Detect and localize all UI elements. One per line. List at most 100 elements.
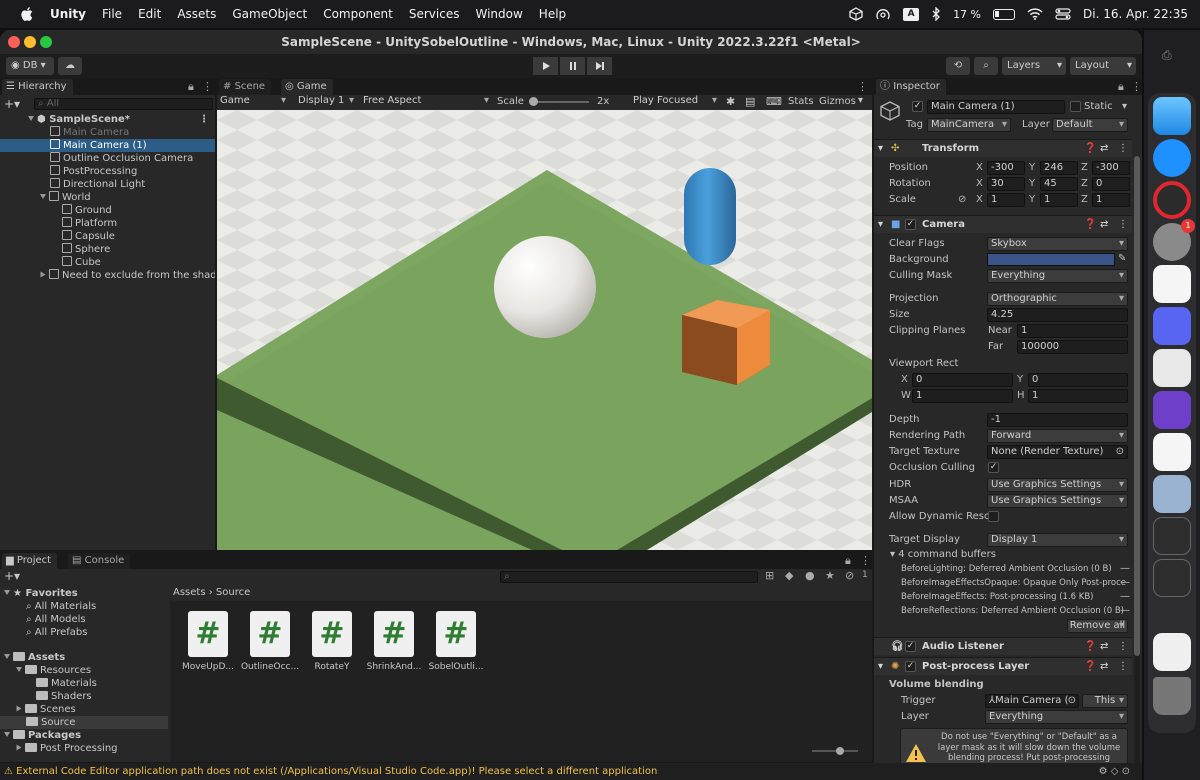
csharp-script-icon[interactable]: #: [312, 611, 352, 657]
object-name-field[interactable]: Main Camera (1): [927, 100, 1065, 114]
capsule-object[interactable]: [684, 168, 736, 265]
inspector-scrollbar-thumb[interactable]: [1134, 156, 1140, 656]
tab-game[interactable]: ◎ Game: [281, 79, 333, 95]
help-icon[interactable]: ❓: [1084, 216, 1096, 234]
depth-field[interactable]: -1: [987, 413, 1128, 427]
csharp-script-icon[interactable]: #: [188, 611, 228, 657]
presets-icon[interactable]: ⇄: [1100, 638, 1108, 656]
link-scale-icon[interactable]: ⊘: [958, 194, 966, 205]
battery-icon[interactable]: [993, 8, 1016, 20]
culling-mask-dropdown[interactable]: Everything: [987, 269, 1128, 283]
menu-assets[interactable]: Assets: [177, 7, 216, 21]
kebab-menu-icon[interactable]: ⋮: [199, 113, 209, 126]
gizmos-button[interactable]: Gizmos: [819, 96, 856, 107]
close-window-button[interactable]: [8, 36, 20, 48]
asset-folder-scenes[interactable]: Scenes: [0, 703, 76, 716]
step-button[interactable]: [587, 57, 612, 75]
tab-console[interactable]: ▤ Console: [68, 553, 131, 569]
scene-root[interactable]: ⬢ SampleScene* ⋮: [0, 113, 215, 126]
shortcuts-icon[interactable]: ⌨: [766, 95, 782, 108]
viewport-w-field[interactable]: 1: [912, 389, 1013, 403]
input-source-indicator[interactable]: A: [903, 7, 920, 21]
kebab-menu-icon[interactable]: ⋮: [860, 554, 871, 567]
asset-folder-source[interactable]: Source: [0, 716, 168, 729]
hierarchy-item-exclude[interactable]: Need to exclude from the shader?: [0, 269, 215, 282]
apple-logo-icon[interactable]: [16, 7, 38, 21]
star-filter-icon[interactable]: ★: [825, 569, 835, 582]
tab-hierarchy[interactable]: ☰ Hierarchy: [2, 79, 73, 95]
asset-file-name[interactable]: ShrinkAnd...: [364, 662, 424, 672]
play-button[interactable]: [533, 57, 558, 75]
presets-icon[interactable]: ⇄: [1100, 658, 1108, 676]
rotation-y-field[interactable]: 45: [1040, 177, 1078, 191]
favorite-item[interactable]: ⌕ All Models: [0, 613, 86, 626]
sphere-object[interactable]: [494, 236, 596, 338]
github-desktop-icon[interactable]: [1153, 391, 1191, 429]
asset-folder-shaders[interactable]: Shaders: [0, 690, 92, 703]
packages-header[interactable]: Packages: [0, 729, 81, 742]
hierarchy-item-outline-occlusion-camera[interactable]: Outline Occlusion Camera: [0, 152, 215, 165]
object-picker-icon[interactable]: ⊙: [1116, 446, 1124, 458]
aspect-dropdown[interactable]: Free Aspect: [360, 95, 492, 109]
scale-x-field[interactable]: 1: [987, 193, 1025, 207]
bluetooth-icon[interactable]: [931, 7, 941, 21]
viewport-h-field[interactable]: 1: [1028, 389, 1128, 403]
active-checkbox[interactable]: ✓: [912, 101, 923, 112]
stats-button[interactable]: Stats: [788, 96, 814, 107]
unity-hub-icon[interactable]: [1153, 517, 1191, 555]
hdr-dropdown[interactable]: Use Graphics Settings: [987, 478, 1128, 492]
menubar-clock[interactable]: Di. 16. Apr. 22:35: [1083, 7, 1188, 21]
textedit-icon[interactable]: [1153, 349, 1191, 387]
asset-file-name[interactable]: MoveUpD...: [178, 662, 238, 672]
expand-arrow-icon[interactable]: [4, 654, 10, 659]
rotation-z-field[interactable]: 0: [1092, 177, 1130, 191]
kebab-menu-icon[interactable]: ⋮: [1118, 216, 1128, 234]
kebab-menu-icon[interactable]: ⋮: [1118, 658, 1128, 676]
target-texture-field[interactable]: None (Render Texture) ⊙: [987, 445, 1128, 459]
hidden-packages-icon[interactable]: ⊘: [845, 569, 854, 582]
trash-icon[interactable]: [1153, 677, 1191, 715]
layer-dropdown[interactable]: Default: [1052, 118, 1128, 132]
lock-icon[interactable]: 🔒︎: [188, 80, 194, 94]
menu-gameobject[interactable]: GameObject: [232, 7, 307, 21]
preview-icon[interactable]: [1153, 475, 1191, 513]
position-x-field[interactable]: -300: [987, 161, 1025, 175]
help-icon[interactable]: ❓: [1084, 140, 1096, 158]
hierarchy-item-ground[interactable]: Ground: [0, 204, 215, 217]
collapse-arrow-icon[interactable]: [16, 705, 22, 712]
near-field[interactable]: 1: [1017, 324, 1128, 338]
discord-icon[interactable]: [1153, 307, 1191, 345]
wifi-icon[interactable]: [1027, 8, 1043, 20]
remove-all-button[interactable]: Remove all: [1067, 619, 1128, 633]
asset-folder-resources[interactable]: Resources: [0, 664, 91, 677]
unity-status-icon[interactable]: [849, 7, 863, 21]
target-display-dropdown[interactable]: Display 1: [987, 533, 1128, 547]
package-post-processing[interactable]: Post Processing: [0, 742, 118, 755]
kebab-menu-icon[interactable]: ⋮: [857, 80, 868, 93]
tag-dropdown[interactable]: MainCamera: [927, 118, 1011, 132]
clear-flags-dropdown[interactable]: Skybox: [987, 237, 1128, 251]
hierarchy-item-world[interactable]: World: [0, 191, 215, 204]
hierarchy-item-cube[interactable]: Cube: [0, 256, 215, 269]
audio-listener-header[interactable]: 🎧︎ ✓ Audio Listener ❓ ⇄ ⋮: [874, 637, 1132, 655]
camera-header[interactable]: ▾ ■ ✓ Camera ❓ ⇄ ⋮: [874, 215, 1132, 233]
inspector-scrollbar[interactable]: [1134, 156, 1140, 776]
expand-arrow-icon[interactable]: ▾: [878, 658, 883, 676]
search-by-type-icon[interactable]: ⊞: [765, 569, 774, 582]
asset-file-name[interactable]: SobelOutli...: [426, 662, 486, 672]
scale-slider[interactable]: [529, 97, 589, 106]
breadcrumb-source[interactable]: Source: [216, 587, 250, 598]
help-icon[interactable]: ❓: [1084, 658, 1096, 676]
menu-app-name[interactable]: Unity: [50, 7, 86, 21]
expand-arrow-icon[interactable]: [28, 116, 34, 121]
scale-y-field[interactable]: 1: [1040, 193, 1078, 207]
camera-enabled-checkbox[interactable]: ✓: [905, 219, 916, 230]
scale-z-field[interactable]: 1: [1092, 193, 1130, 207]
hierarchy-item-platform[interactable]: Platform: [0, 217, 215, 230]
hierarchy-item-sphere[interactable]: Sphere: [0, 243, 215, 256]
expand-arrow-icon[interactable]: [16, 667, 22, 672]
static-checkbox[interactable]: [1070, 101, 1081, 112]
favorite-item[interactable]: ⌕ All Prefabs: [0, 626, 87, 639]
opera-icon[interactable]: [1153, 181, 1191, 219]
remove-buffer-icon[interactable]: —: [1120, 577, 1130, 588]
